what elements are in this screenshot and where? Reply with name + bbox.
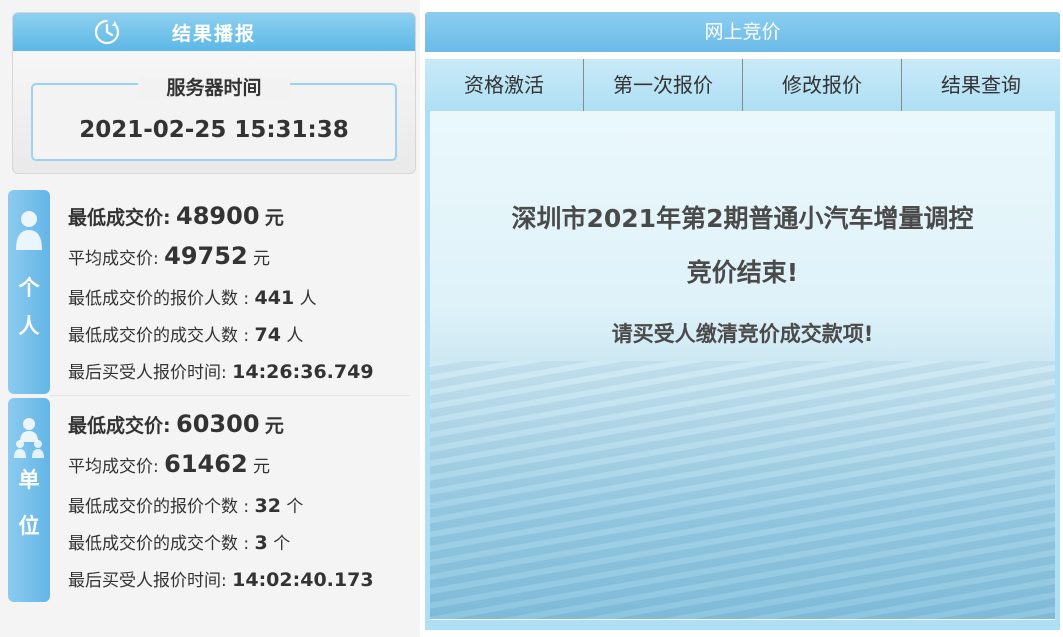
bidding-message-line3: 请买受人缴清竞价成交款项!: [611, 322, 874, 346]
org-stats: 单 位 最低成交价: 60300 元 平均成交价: 61462 元 最低成交价的…: [8, 398, 412, 602]
org-min-bid-count-label: 最低成交价的报价个数 :: [68, 497, 250, 517]
tab-org[interactable]: 单 位: [8, 398, 50, 602]
org-min-deal-count-value: 3: [254, 532, 268, 554]
person-min-deal-count-row: 最低成交价的成交人数 : 74 人: [68, 321, 303, 346]
org-avg-price-value: 61462: [164, 450, 248, 478]
org-min-price-row: 最低成交价: 60300 元: [68, 410, 284, 438]
tab-modify-bid[interactable]: 修改报价: [743, 59, 902, 111]
bidding-message-line2: 竞价结束!: [686, 258, 799, 287]
person-min-price-value: 48900: [176, 202, 260, 230]
person-stats: 个 人 最低成交价: 48900 元 平均成交价: 49752 元 最低成交价的…: [8, 190, 412, 394]
org-min-price-unit: 元: [264, 415, 284, 437]
org-min-price-label: 最低成交价:: [68, 415, 171, 437]
org-last-bid-time-label: 最后买受人报价时间:: [68, 571, 227, 591]
bidding-message-area: 深圳市2021年第2期普通小汽车增量调控 竞价结束! 请买受人缴清竞价成交款项!: [430, 111, 1055, 619]
person-last-bid-time-label: 最后买受人报价时间:: [68, 363, 227, 383]
org-min-bid-count-value: 32: [254, 495, 281, 517]
person-min-price-unit: 元: [264, 207, 284, 229]
tab-org-char-1: 单: [18, 468, 40, 492]
org-min-bid-count-unit: 个: [286, 497, 304, 517]
org-min-price-value: 60300: [176, 410, 260, 438]
org-stat-lines: 最低成交价: 60300 元 平均成交价: 61462 元 最低成交价的报价个数…: [68, 398, 408, 602]
divider: [50, 395, 410, 396]
online-bidding-header: 网上竞价: [425, 12, 1060, 52]
person-avg-price-label: 平均成交价:: [68, 249, 159, 269]
person-last-bid-time-row: 最后买受人报价时间: 14:26:36.749: [68, 358, 374, 383]
person-min-bid-count-value: 441: [254, 287, 295, 309]
person-min-bid-count-unit: 人: [299, 289, 317, 309]
tab-org-char-2: 位: [18, 514, 40, 538]
person-min-price-label: 最低成交价:: [68, 207, 171, 229]
org-avg-price-label: 平均成交价:: [68, 457, 159, 477]
person-min-bid-count-label: 最低成交价的报价人数 :: [68, 289, 250, 309]
group-icon: [14, 418, 44, 458]
result-broadcast-header: 结果播报: [13, 13, 415, 51]
person-min-bid-count-row: 最低成交价的报价人数 : 441 人: [68, 284, 317, 309]
server-time-box: 服务器时间 2021-02-25 15:31:38: [31, 77, 397, 161]
person-avg-price-value: 49752: [164, 242, 248, 270]
person-min-deal-count-label: 最低成交价的成交人数 :: [68, 326, 250, 346]
result-broadcast-title: 结果播报: [171, 22, 256, 45]
bidding-tab-bar: 资格激活 第一次报价 修改报价 结果查询: [425, 59, 1060, 111]
tab-person-char-1: 个: [18, 276, 40, 300]
person-avg-price-row: 平均成交价: 49752 元: [68, 242, 270, 270]
org-avg-price-unit: 元: [253, 457, 271, 477]
person-stat-lines: 最低成交价: 48900 元 平均成交价: 49752 元 最低成交价的报价人数…: [68, 190, 408, 394]
org-last-bid-time-value: 14:02:40.173: [232, 569, 374, 591]
clock-refresh-icon: [94, 19, 120, 45]
tab-person-char-2: 人: [18, 314, 40, 338]
server-time-value: 2021-02-25 15:31:38: [79, 117, 349, 143]
person-icon: [16, 211, 42, 250]
person-min-price-row: 最低成交价: 48900 元: [68, 202, 284, 230]
org-last-bid-time-row: 最后买受人报价时间: 14:02:40.173: [68, 566, 374, 591]
tab-first-bid[interactable]: 第一次报价: [584, 59, 743, 111]
tab-result-query[interactable]: 结果查询: [902, 59, 1060, 111]
bidding-message-line1: 深圳市2021年第2期普通小汽车增量调控: [511, 204, 974, 233]
org-min-bid-count-row: 最低成交价的报价个数 : 32 个: [68, 492, 303, 517]
person-min-deal-count-unit: 人: [286, 326, 304, 346]
server-time-label: 服务器时间: [138, 77, 290, 99]
org-min-deal-count-unit: 个: [273, 534, 291, 554]
left-sidebar: 结果播报 服务器时间 2021-02-25 15:31:38 个 人 最低成交价…: [0, 0, 420, 637]
tab-qualification-activation[interactable]: 资格激活: [425, 59, 584, 111]
person-min-deal-count-value: 74: [254, 324, 281, 346]
org-min-deal-count-label: 最低成交价的成交个数 :: [68, 534, 250, 554]
online-bidding-panel: 网上竞价 资格激活 第一次报价 修改报价 结果查询 深圳市2021年第2期普通小…: [425, 12, 1060, 630]
sea-background: [430, 361, 1055, 619]
org-min-deal-count-row: 最低成交价的成交个数 : 3 个: [68, 529, 290, 554]
result-broadcast-panel: 结果播报 服务器时间 2021-02-25 15:31:38: [12, 12, 416, 174]
tab-person[interactable]: 个 人: [8, 190, 50, 394]
person-last-bid-time-value: 14:26:36.749: [232, 361, 374, 383]
org-avg-price-row: 平均成交价: 61462 元: [68, 450, 270, 478]
person-avg-price-unit: 元: [253, 249, 271, 269]
